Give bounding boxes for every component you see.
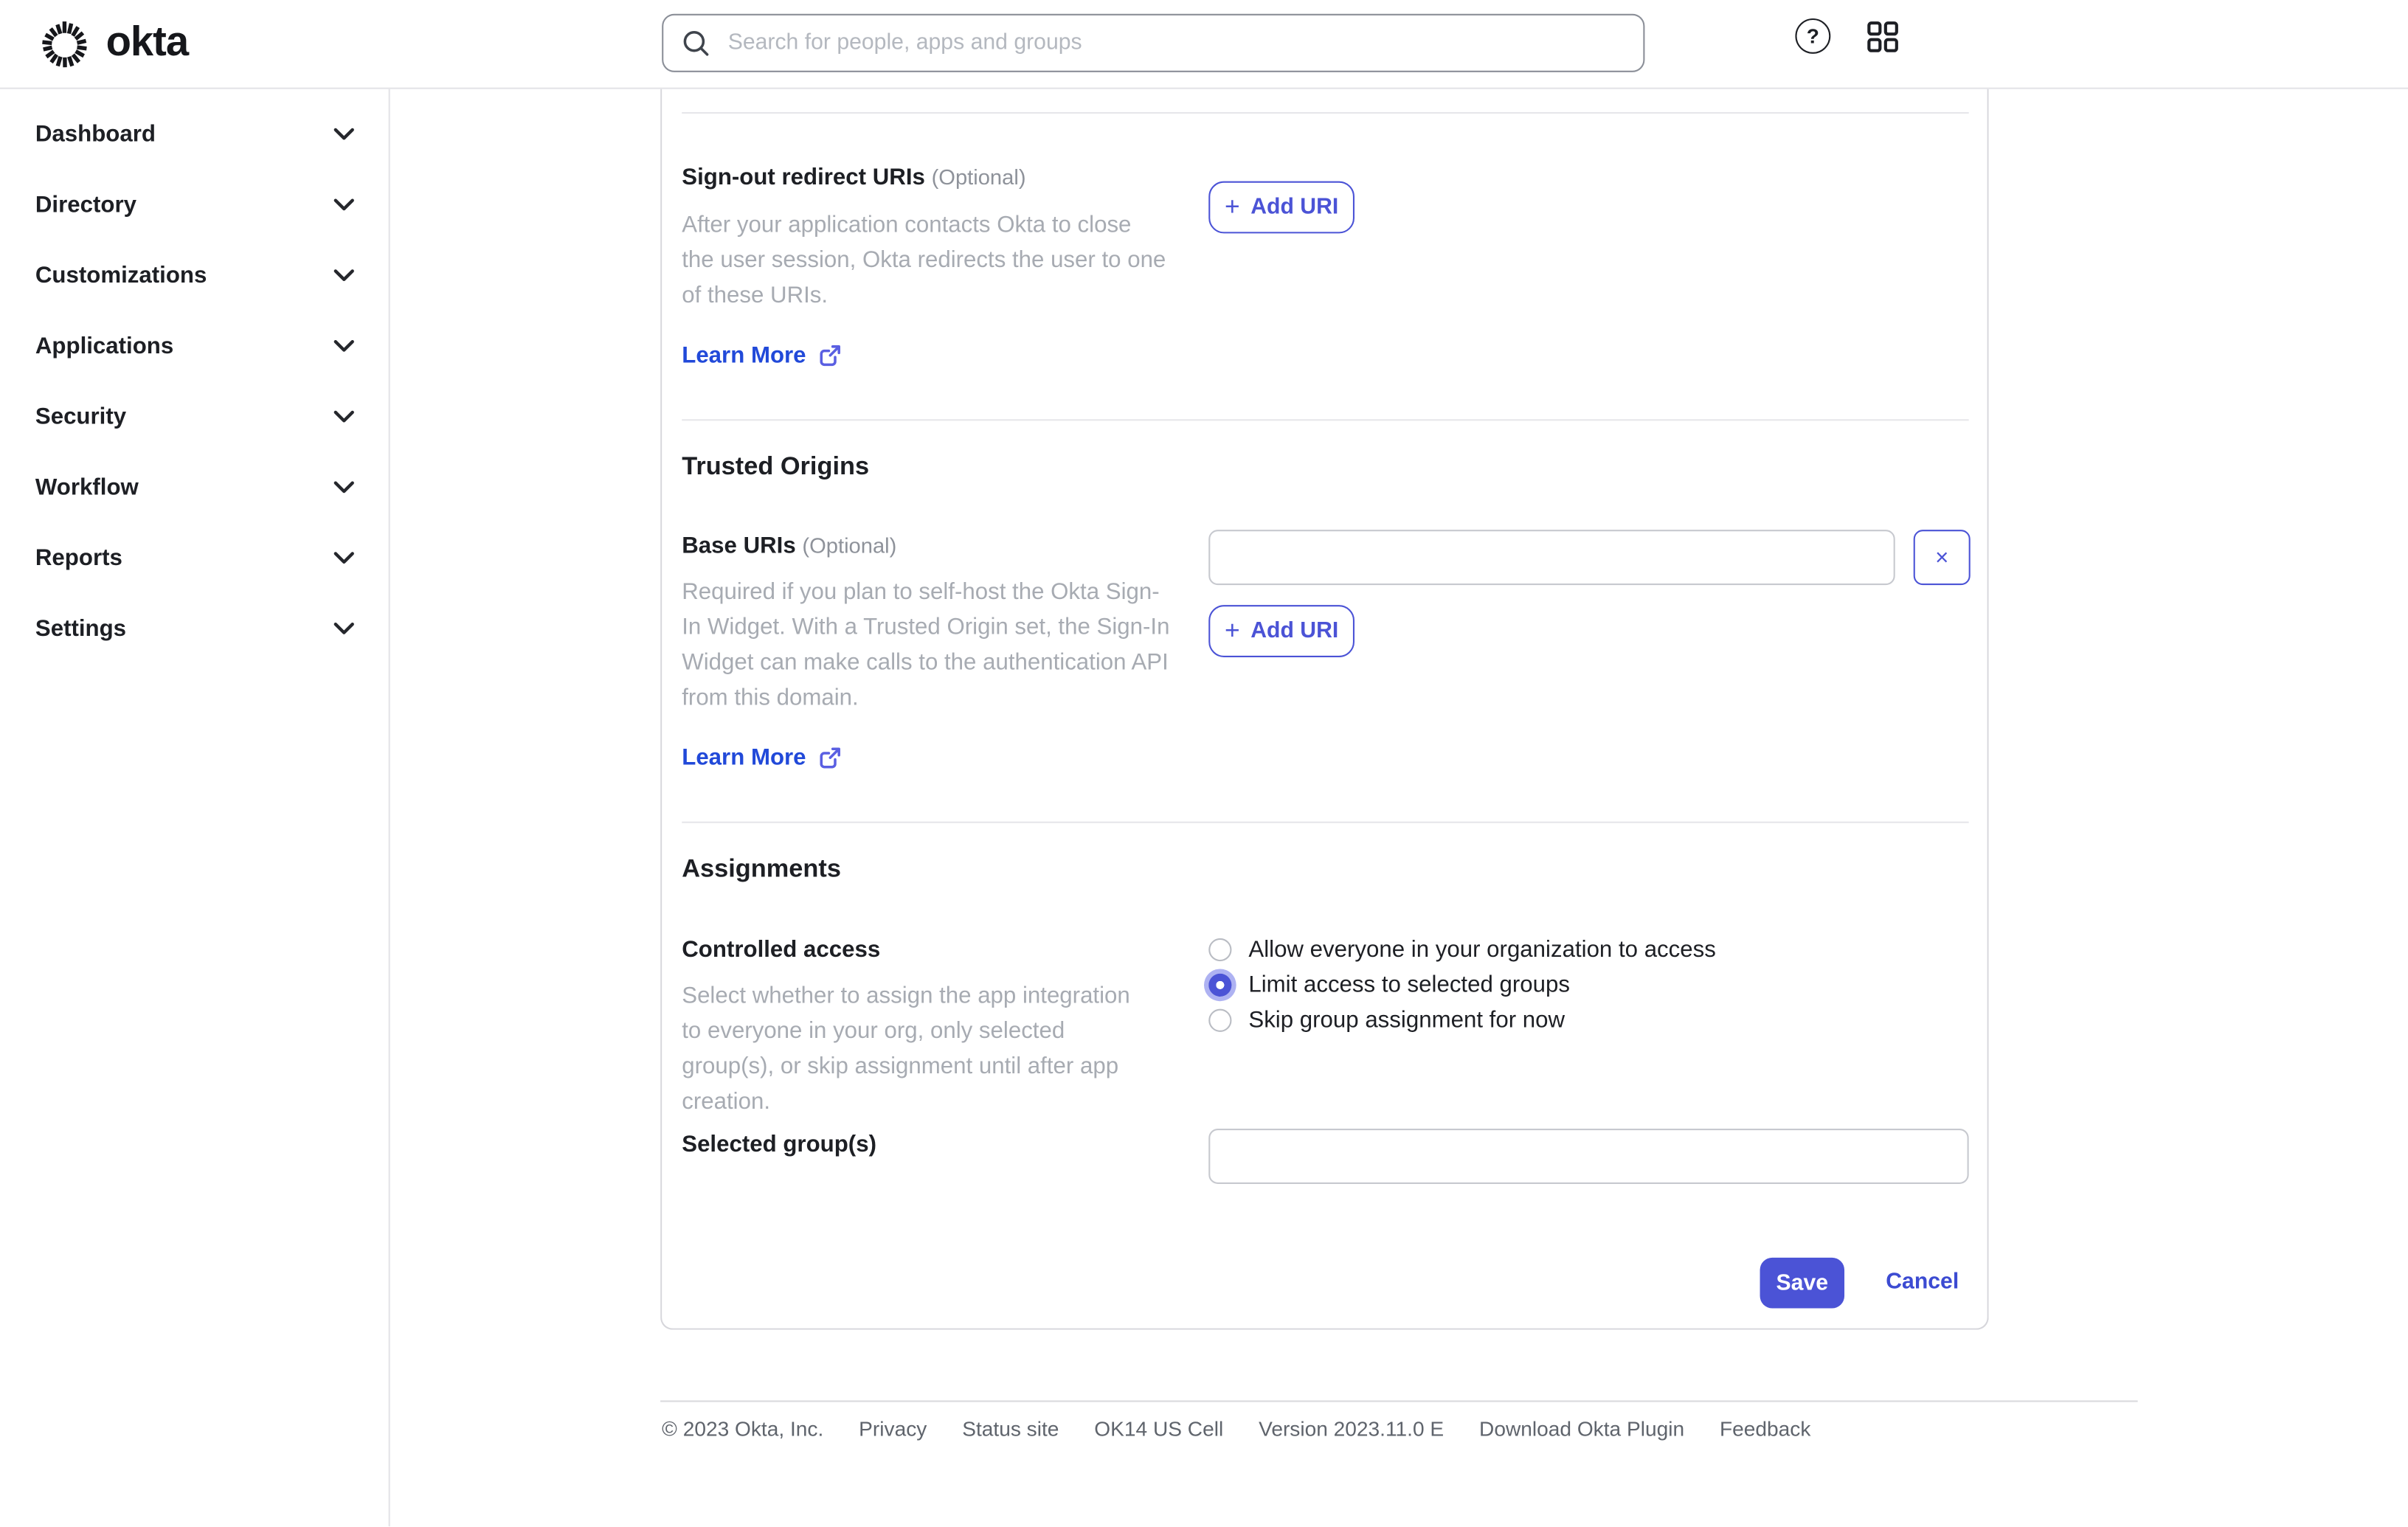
okta-admin-page: okta ? Dashboard [0, 0, 2408, 1527]
controlled-access-description: Select whether to assign the app integra… [682, 983, 1130, 1115]
sidebar-item-settings[interactable]: Settings [0, 593, 389, 664]
add-uri-label: Add URI [1250, 195, 1339, 220]
add-base-uri-button[interactable]: + Add URI [1208, 605, 1354, 657]
footer-link-privacy[interactable]: Privacy [859, 1417, 927, 1440]
base-uris-label: Base URIs (Optional) [682, 533, 896, 558]
optional-tag: (Optional) [802, 533, 897, 558]
footer: © 2023 Okta, Inc. Privacy Status site OK… [662, 1417, 1810, 1440]
chevron-down-icon [333, 339, 354, 351]
radio-option-limit-access[interactable]: Limit access to selected groups [1208, 972, 1716, 999]
save-button[interactable]: Save [1760, 1257, 1845, 1309]
controlled-access-label: Controlled access [682, 936, 881, 963]
controlled-access-radio-group: Allow everyone in your organization to a… [1208, 936, 1716, 1033]
optional-tag: (Optional) [931, 164, 1026, 190]
chevron-down-icon [333, 409, 354, 422]
top-header: okta ? [0, 0, 2408, 89]
chevron-down-icon [333, 480, 354, 493]
assignments-heading: Assignments [682, 855, 841, 883]
chevron-down-icon [333, 269, 354, 281]
radio-label: Limit access to selected groups [1248, 972, 1571, 999]
sidebar-item-label: Dashboard [35, 120, 156, 147]
signout-redirect-uris-label: Sign-out redirect URIs (Optional) [682, 165, 1025, 190]
plus-icon: + [1224, 615, 1240, 645]
sidebar-item-label: Applications [35, 332, 174, 359]
footer-link-status-site[interactable]: Status site [962, 1417, 1059, 1440]
sidebar-item-label: Security [35, 403, 127, 429]
okta-logo[interactable]: okta [34, 14, 189, 75]
external-link-icon [820, 747, 840, 769]
selected-groups-input[interactable] [1208, 1129, 1969, 1184]
footer-version: Version 2023.11.0 E [1259, 1417, 1445, 1441]
sidebar-item-label: Workflow [35, 474, 139, 500]
chevron-down-icon [333, 551, 354, 564]
footer-cell-info: OK14 US Cell [1094, 1417, 1224, 1441]
signout-description: After your application contacts Okta to … [682, 212, 1166, 309]
okta-wordmark: okta [105, 18, 189, 65]
external-link-icon [820, 345, 840, 367]
divider [682, 111, 1969, 114]
footer-copyright: © 2023 Okta, Inc. [662, 1417, 824, 1441]
footer-divider [660, 1400, 2138, 1402]
global-search[interactable] [662, 13, 1645, 72]
sidebar-item-label: Directory [35, 191, 136, 218]
radio-option-skip-assignment[interactable]: Skip group assignment for now [1208, 1007, 1716, 1033]
sidebar-item-dashboard[interactable]: Dashboard [0, 98, 389, 169]
apps-grid-icon[interactable] [1866, 19, 1900, 53]
base-uri-input[interactable] [1208, 530, 1895, 586]
search-icon [683, 30, 709, 55]
divider [682, 821, 1969, 823]
footer-link-download-plugin[interactable]: Download Okta Plugin [1479, 1417, 1684, 1440]
app-settings-card: Sign-out redirect URIs (Optional) + Add … [660, 87, 1989, 1330]
search-input[interactable] [724, 29, 1644, 58]
help-icon[interactable]: ? [1795, 18, 1831, 54]
learn-more-label: Learn More [682, 744, 806, 771]
divider [682, 419, 1969, 421]
chevron-down-icon [333, 127, 354, 139]
signout-learn-more-link[interactable]: Learn More [682, 342, 841, 369]
radio-button[interactable] [1208, 938, 1232, 962]
radio-button[interactable] [1208, 1008, 1232, 1032]
sidebar-item-reports[interactable]: Reports [0, 522, 389, 593]
chevron-down-icon [333, 621, 354, 634]
sidebar-item-security[interactable]: Security [0, 381, 389, 451]
add-signout-uri-button[interactable]: + Add URI [1208, 181, 1354, 234]
radio-label: Skip group assignment for now [1248, 1007, 1565, 1033]
learn-more-label: Learn More [682, 342, 806, 369]
sidebar-item-workflow[interactable]: Workflow [0, 451, 389, 522]
radio-option-allow-everyone[interactable]: Allow everyone in your organization to a… [1208, 936, 1716, 963]
radio-button[interactable] [1208, 973, 1232, 997]
base-uris-description: Required if you plan to self-host the Ok… [682, 578, 1170, 711]
trusted-origins-heading: Trusted Origins [682, 453, 870, 481]
cancel-button[interactable]: Cancel [1886, 1270, 1959, 1295]
sidebar-item-label: Customizations [35, 261, 207, 288]
sidebar-item-directory[interactable]: Directory [0, 169, 389, 240]
sidebar-item-label: Settings [35, 614, 127, 642]
footer-link-feedback[interactable]: Feedback [1720, 1417, 1810, 1440]
sidebar-item-customizations[interactable]: Customizations [0, 240, 389, 311]
field-label-text: Base URIs [682, 533, 796, 559]
radio-label: Allow everyone in your organization to a… [1248, 936, 1716, 963]
sidebar-item-applications[interactable]: Applications [0, 310, 389, 381]
sidebar-item-label: Reports [35, 544, 122, 571]
okta-sunburst-icon [42, 21, 87, 68]
add-uri-label: Add URI [1250, 618, 1339, 644]
selected-groups-label: Selected group(s) [682, 1132, 876, 1158]
remove-base-uri-button[interactable]: × [1913, 530, 1971, 586]
chevron-down-icon [333, 198, 354, 210]
plus-icon: + [1224, 192, 1240, 221]
field-label-text: Sign-out redirect URIs [682, 164, 925, 191]
trusted-origins-learn-more-link[interactable]: Learn More [682, 745, 841, 771]
sidebar-nav: Dashboard Directory Customizations Appli… [0, 87, 390, 1527]
close-icon: × [1935, 544, 1949, 571]
